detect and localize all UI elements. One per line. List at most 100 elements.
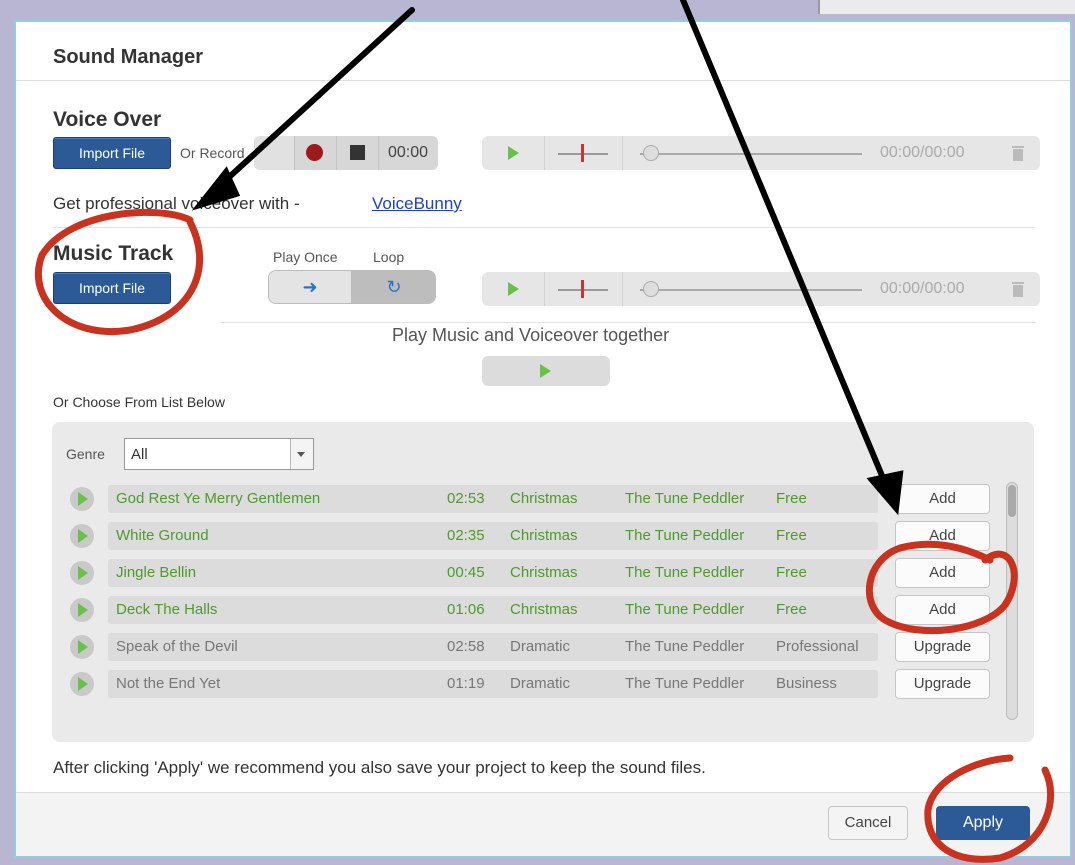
row-length: 00:45 [447, 564, 485, 581]
music-progress-thumb[interactable] [643, 281, 659, 297]
chevron-down-icon[interactable] [290, 439, 313, 469]
record-controls: 00:00 [254, 136, 438, 170]
row-action-button[interactable]: Upgrade [895, 632, 990, 662]
or-record-label: Or Record [180, 145, 245, 161]
genre-value: All [131, 446, 148, 463]
play-icon [78, 529, 88, 543]
music-import-button[interactable]: Import File [53, 272, 171, 304]
record-timer: 00:00 [388, 144, 429, 161]
play-icon [508, 146, 519, 160]
row-bar[interactable] [108, 670, 878, 698]
table-row: Deck The Halls 01:06 Christmas The Tune Ped… [52, 595, 1002, 625]
together-divider [221, 322, 1036, 323]
row-play-button[interactable] [70, 635, 94, 659]
row-action-button[interactable]: Add [895, 484, 990, 514]
genre-label: Genre [66, 446, 105, 462]
row-length: 01:19 [447, 675, 485, 692]
voice-play-button[interactable] [482, 136, 545, 170]
row-genre: Dramatic [510, 638, 571, 655]
row-tier: Business [776, 675, 837, 692]
row-tier: Free [776, 490, 807, 507]
row-action-button[interactable]: Add [895, 558, 990, 588]
row-genre: Christmas [510, 527, 578, 544]
row-name: Deck The Halls [116, 601, 218, 618]
row-length: 02:58 [447, 638, 485, 655]
play-icon [78, 566, 88, 580]
record-button[interactable] [294, 136, 337, 170]
sound-manager-dialog: Sound Manager Voice Over Import File Or … [14, 20, 1072, 858]
row-action-button[interactable]: Add [895, 595, 990, 625]
arrow-right-icon: ➜ [302, 277, 318, 297]
volume-knob[interactable] [581, 144, 584, 162]
row-tier: Free [776, 527, 807, 544]
play-once-toggle[interactable]: ➜ [269, 271, 351, 303]
volume-knob[interactable] [581, 280, 584, 298]
row-genre: Christmas [510, 601, 578, 618]
row-artist: The Tune Peddler [625, 675, 745, 692]
title-divider [16, 80, 1070, 81]
play-icon [78, 492, 88, 506]
track-list-scrollbar[interactable] [1006, 482, 1018, 720]
table-row: Speak of the Devil 02:58 Dramatic The Tune … [52, 632, 1002, 662]
voice-import-button[interactable]: Import File [53, 137, 171, 169]
row-artist: The Tune Peddler [625, 490, 745, 507]
choose-from-list-label: Or Choose From List Below [53, 394, 225, 410]
trash-icon[interactable] [1010, 280, 1026, 298]
row-bar[interactable] [108, 596, 878, 624]
music-library-panel: Genre All God Rest Ye Merry Gentlemen 02:… [52, 422, 1034, 742]
row-artist: The Tune Peddler [625, 601, 745, 618]
row-name: White Ground [116, 527, 209, 544]
play-icon [508, 282, 519, 296]
row-action-button[interactable]: Upgrade [895, 669, 990, 699]
row-name: God Rest Ye Merry Gentlemen [116, 490, 321, 507]
row-tier: Free [776, 564, 807, 581]
section-divider [53, 227, 1035, 228]
row-bar[interactable] [108, 522, 878, 550]
dialog-footer [16, 792, 1070, 856]
stop-icon [350, 145, 365, 160]
record-icon [306, 144, 323, 161]
loop-label: Loop [373, 249, 405, 265]
row-length: 02:53 [447, 490, 485, 507]
scrollbar-thumb[interactable] [1008, 485, 1016, 517]
music-volume-slider[interactable] [544, 272, 623, 306]
track-list: God Rest Ye Merry Gentlemen 02:53 Christma… [52, 484, 1002, 724]
table-row: Jingle Bellin 00:45 Christmas The Tune Pedd… [52, 558, 1002, 588]
trash-icon[interactable] [1010, 144, 1026, 162]
record-spacer [254, 136, 295, 170]
row-play-button[interactable] [70, 561, 94, 585]
row-name: Not the End Yet [116, 675, 221, 692]
genre-select[interactable]: All [124, 438, 314, 470]
play-once-label: Play Once [273, 249, 338, 265]
apply-note: After clicking 'Apply' we recommend you … [53, 758, 706, 777]
row-play-button[interactable] [70, 487, 94, 511]
loop-toggle[interactable]: ↻ [351, 271, 435, 303]
voice-player: 00:00/00:00 [482, 136, 1040, 170]
row-play-button[interactable] [70, 598, 94, 622]
row-tier: Professional [776, 638, 859, 655]
row-play-button[interactable] [70, 524, 94, 548]
table-row: White Ground 02:35 Christmas The Tune Peddl… [52, 521, 1002, 551]
table-row: God Rest Ye Merry Gentlemen 02:53 Christma… [52, 484, 1002, 514]
row-action-button[interactable]: Add [895, 521, 990, 551]
play-icon [540, 364, 551, 378]
voicebunny-link[interactable]: VoiceBunny [372, 194, 462, 214]
play-together-label: Play Music and Voiceover together [392, 325, 670, 345]
music-play-button[interactable] [482, 272, 545, 306]
cancel-button[interactable]: Cancel [828, 806, 908, 840]
row-artist: The Tune Peddler [625, 527, 745, 544]
music-progress-track[interactable] [640, 289, 862, 291]
row-genre: Christmas [510, 564, 578, 581]
row-play-button[interactable] [70, 672, 94, 696]
voice-progress-thumb[interactable] [643, 145, 659, 161]
apply-button[interactable]: Apply [936, 806, 1030, 840]
row-tier: Free [776, 601, 807, 618]
row-bar[interactable] [108, 559, 878, 587]
voice-over-heading: Voice Over [53, 108, 162, 131]
voice-progress-track[interactable] [640, 153, 862, 155]
row-length: 02:35 [447, 527, 485, 544]
voice-volume-slider[interactable] [544, 136, 623, 170]
play-together-button[interactable] [482, 356, 610, 386]
row-artist: The Tune Peddler [625, 564, 745, 581]
stop-button[interactable] [336, 136, 379, 170]
